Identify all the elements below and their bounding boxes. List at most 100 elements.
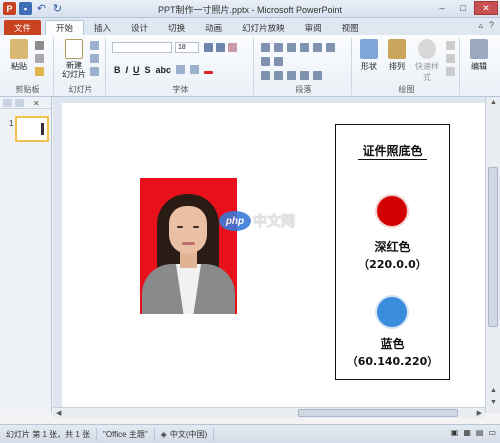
minimize-ribbon-icon[interactable]: ▵	[478, 20, 483, 31]
change-case-icon[interactable]	[190, 65, 200, 74]
text-direction-icon[interactable]	[326, 43, 335, 52]
tab-view[interactable]: 视图	[332, 20, 369, 35]
horizontal-scroll-thumb[interactable]	[298, 409, 458, 417]
scroll-right-icon[interactable]: ▶	[477, 409, 482, 417]
editing-button[interactable]: 编辑	[466, 39, 492, 72]
format-painter-icon[interactable]	[35, 67, 44, 76]
tab-review[interactable]: 审阅	[295, 20, 332, 35]
id-photo[interactable]	[140, 178, 237, 314]
shape-fill-icon[interactable]	[446, 41, 455, 50]
clipboard-group: 粘贴 剪贴板	[2, 37, 54, 95]
prev-slide-icon[interactable]: ▲	[490, 387, 497, 394]
font-color-icon[interactable]	[204, 71, 214, 74]
copy-icon[interactable]	[35, 54, 44, 63]
shape-outline-icon[interactable]	[446, 54, 455, 63]
maximize-button[interactable]: □	[453, 1, 473, 15]
line-spacing-icon[interactable]	[313, 43, 322, 52]
editing-label: 编辑	[471, 62, 487, 71]
view-controls: ▣ ▦ ▤ ▭	[451, 428, 496, 437]
font-size-combo[interactable]: 18	[175, 42, 199, 53]
align-text-icon[interactable]	[261, 57, 270, 66]
watermark: php 中文网	[219, 211, 295, 231]
minimize-button[interactable]: –	[432, 1, 452, 15]
photo-eye-left	[177, 226, 183, 228]
quick-styles-button[interactable]: 快速样式	[412, 39, 442, 83]
tab-transitions[interactable]: 切换	[158, 20, 195, 35]
font-name-combo[interactable]	[112, 42, 172, 53]
shadow-icon[interactable]: S	[145, 65, 151, 75]
slides-tab-icon[interactable]	[3, 98, 12, 107]
clear-format-icon[interactable]	[228, 43, 237, 52]
close-button[interactable]: ✕	[474, 1, 498, 15]
numbering-icon[interactable]	[274, 43, 283, 52]
quick-styles-label: 快速样式	[415, 62, 439, 82]
slides-group-label: 幻灯片	[68, 85, 93, 94]
shrink-font-icon[interactable]	[216, 43, 225, 52]
color-value-blue: （60.140.220）	[346, 355, 439, 368]
vertical-scrollbar[interactable]: ▲ ▲ ▼	[485, 97, 500, 413]
grow-font-icon[interactable]	[204, 43, 213, 52]
smartart-icon[interactable]	[274, 57, 283, 66]
arrange-label: 排列	[389, 62, 405, 71]
spacing-icon[interactable]	[176, 65, 186, 74]
horizontal-scrollbar[interactable]: ◀ ▶	[53, 407, 485, 418]
arrange-button[interactable]: 排列	[384, 39, 410, 72]
section-icon[interactable]	[90, 67, 99, 76]
thumbnail-content	[41, 123, 44, 135]
decrease-indent-icon[interactable]	[287, 43, 296, 52]
normal-view-icon[interactable]: ▣	[451, 428, 459, 437]
watermark-logo: php	[219, 211, 251, 231]
arrange-icon	[388, 39, 406, 59]
shapes-icon	[360, 39, 378, 59]
help-icon[interactable]: ?	[489, 20, 494, 31]
photo-face	[169, 206, 207, 254]
binoculars-icon	[470, 39, 488, 59]
slide-number: 1	[9, 119, 14, 128]
next-slide-icon[interactable]: ▼	[490, 399, 497, 406]
drawing-group: 形状 排列 快速样式 绘图	[354, 37, 460, 95]
blue-swatch	[377, 297, 407, 327]
title-underline	[358, 159, 427, 160]
editing-group: 编辑	[462, 37, 498, 95]
outline-tab-icon[interactable]	[15, 98, 24, 107]
bold-icon[interactable]: B	[114, 65, 121, 75]
ribbon: 粘贴 剪贴板 新建 幻灯片 幻灯片 18 B I U S abc 字体 段落 形…	[0, 35, 500, 97]
color-info-box[interactable]: 证件照底色 深红色 （220.0.0） 蓝色 （60.140.220）	[335, 124, 450, 380]
sorter-view-icon[interactable]: ▦	[463, 428, 471, 437]
tab-file[interactable]: 文件	[4, 20, 42, 35]
bullets-icon[interactable]	[261, 43, 270, 52]
tab-design[interactable]: 设计	[121, 20, 158, 35]
italic-icon[interactable]: I	[126, 65, 129, 75]
reset-icon[interactable]	[90, 54, 99, 63]
justify-icon[interactable]	[300, 71, 309, 80]
tab-insert[interactable]: 插入	[84, 20, 121, 35]
increase-indent-icon[interactable]	[300, 43, 309, 52]
status-bar: 幻灯片 第 1 张，共 1 张 "Office 主题" ◈ 中文(中国) ▣ ▦…	[0, 424, 500, 443]
vertical-scroll-thumb[interactable]	[488, 167, 498, 327]
slideshow-view-icon[interactable]: ▭	[488, 428, 496, 437]
underline-icon[interactable]: U	[133, 65, 140, 75]
tab-home[interactable]: 开始	[45, 20, 85, 35]
reading-view-icon[interactable]: ▤	[476, 428, 484, 437]
ribbon-tabs: 文件 开始 插入 设计 切换 动画 幻灯片放映 审阅 视图 ▵ ?	[0, 18, 500, 35]
slide[interactable]: php 中文网 证件照底色 深红色 （220.0.0） 蓝色 （60.140.2…	[62, 103, 485, 407]
tab-slideshow[interactable]: 幻灯片放映	[232, 20, 295, 35]
columns-icon[interactable]	[313, 71, 322, 80]
theme-status: "Office 主题"	[97, 427, 155, 441]
close-panel-icon[interactable]: ✕	[33, 99, 42, 108]
slide-thumbnail[interactable]	[15, 116, 49, 142]
scroll-left-icon[interactable]: ◀	[56, 409, 61, 417]
language-icon: ◈	[160, 429, 167, 439]
tab-animations[interactable]: 动画	[195, 20, 232, 35]
align-right-icon[interactable]	[287, 71, 296, 80]
align-center-icon[interactable]	[274, 71, 283, 80]
shapes-button[interactable]: 形状	[356, 39, 382, 72]
shape-effects-icon[interactable]	[446, 67, 455, 76]
layout-icon[interactable]	[90, 41, 99, 50]
align-left-icon[interactable]	[261, 71, 270, 80]
strike-icon[interactable]: abc	[156, 65, 172, 75]
scroll-up-icon[interactable]: ▲	[490, 99, 497, 106]
new-slide-button[interactable]: 新建 幻灯片	[60, 39, 88, 79]
paste-button[interactable]: 粘贴	[6, 39, 32, 72]
cut-icon[interactable]	[35, 41, 44, 50]
